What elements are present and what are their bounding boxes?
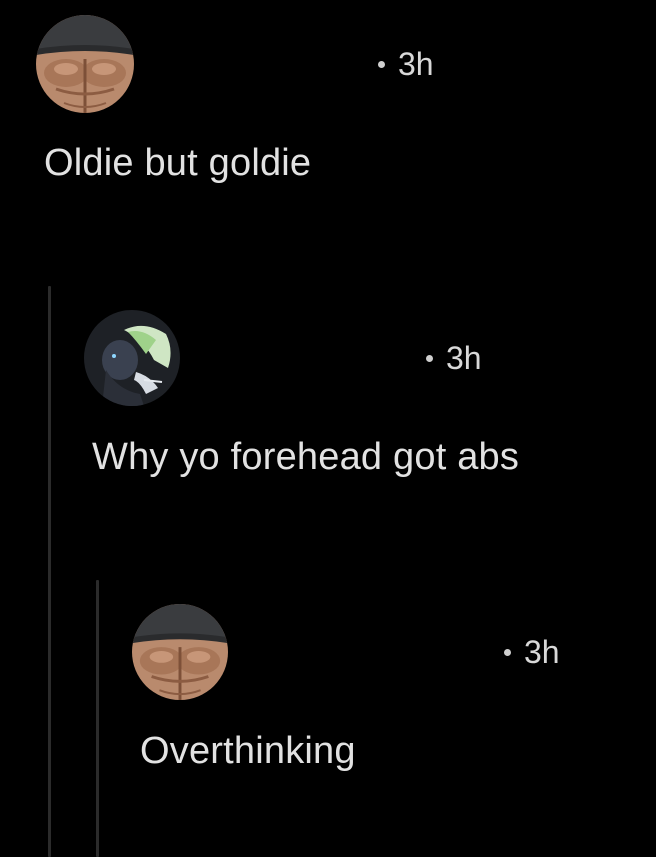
comment-1-avatar[interactable]	[36, 15, 134, 113]
separator-dot-icon	[426, 354, 433, 362]
comment-2-header: 3h	[84, 310, 482, 406]
muscle-torso-icon	[36, 15, 134, 113]
comment-2-avatar[interactable]	[84, 310, 180, 406]
separator-dot-icon	[378, 60, 385, 68]
comment-1-timestamp: 3h	[398, 45, 434, 82]
comment-1-text: Oldie but goldie	[44, 142, 312, 184]
separator-dot-icon	[504, 648, 511, 656]
comment-1-meta: 3h	[378, 46, 434, 83]
thread-line-level-2	[96, 580, 99, 857]
comment-3-meta: 3h	[504, 634, 560, 671]
comment-3-avatar[interactable]	[132, 604, 228, 700]
comment-1-header: 3h	[36, 15, 434, 113]
comment-3-text: Overthinking	[140, 730, 356, 772]
muscle-torso-icon	[132, 604, 228, 700]
comment-3-header: 3h	[132, 604, 560, 700]
thread-line-level-1	[48, 286, 51, 857]
anime-character-icon	[84, 310, 180, 406]
comment-2-text: Why yo forehead got abs	[92, 436, 520, 478]
comment-3-timestamp: 3h	[524, 633, 560, 670]
comment-2-meta: 3h	[426, 340, 482, 377]
comment-2-timestamp: 3h	[446, 339, 482, 376]
